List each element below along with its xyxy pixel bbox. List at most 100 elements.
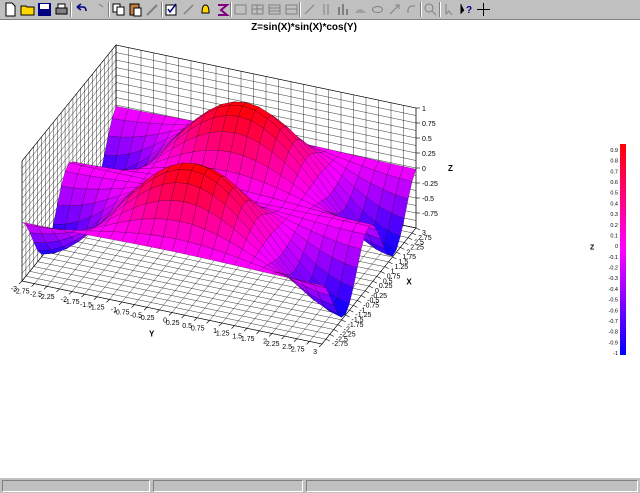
y-tick-label: 0.75 [191, 325, 205, 332]
y-tick [306, 341, 310, 345]
x-tick-label: 3 [422, 230, 426, 237]
colorbar-tick-label: 0.1 [610, 233, 618, 239]
colorbar-tick-label: -0.4 [609, 287, 618, 293]
y-tick [56, 288, 60, 293]
y-tick-label: -1.5 [80, 302, 92, 309]
x-tick [404, 242, 409, 245]
save-disk-button[interactable] [36, 1, 53, 18]
grid3-icon [268, 4, 281, 15]
formula-button[interactable] [214, 1, 231, 18]
new-file-button[interactable] [2, 1, 19, 18]
x-tick [364, 290, 370, 294]
pencil-button[interactable] [144, 1, 161, 18]
x-tick [341, 319, 346, 323]
colorbar-tick-label: -0.6 [609, 308, 618, 314]
check-pencil-icon [183, 4, 194, 15]
x-tick-label: -0.25 [371, 293, 387, 300]
colorbar-tick-label: 0.4 [610, 201, 618, 207]
y-tick-label: 3 [313, 349, 317, 356]
open-folder-icon [20, 5, 35, 16]
checkbox-edit-button[interactable] [163, 1, 180, 18]
pointer-tool-button[interactable] [441, 1, 458, 18]
z-tick-label: 1 [422, 106, 426, 113]
z-tick-label: 0.75 [422, 121, 436, 128]
x-tick [357, 300, 362, 303]
colorbar-tick-label: 0.9 [610, 148, 618, 154]
y-tick [231, 325, 235, 329]
hist-tool-button[interactable] [335, 1, 352, 18]
open-folder-button[interactable] [19, 1, 36, 18]
surface-tool-button[interactable] [352, 1, 369, 18]
colorbar-tick-label: 0.3 [610, 212, 618, 218]
grid4-button[interactable] [283, 1, 300, 18]
grid1-icon [234, 4, 247, 15]
x-tick [384, 266, 389, 269]
x-tick [337, 324, 342, 327]
copy-icon [112, 3, 125, 16]
hist-tool-icon [338, 4, 348, 15]
zoom-tool-icon [424, 3, 437, 16]
svg-text:?: ? [466, 5, 472, 16]
grid3-button[interactable] [266, 1, 283, 18]
colorbar-tick-label: -0.1 [609, 255, 618, 261]
x-tick [325, 338, 331, 342]
y-tick-label: -2.5 [30, 291, 42, 298]
z-tick-label: 0.5 [422, 136, 432, 143]
colorbar-tick-label: -0.7 [609, 319, 618, 325]
zoom-tool-button[interactable] [422, 1, 439, 18]
crosshair-icon [477, 3, 490, 16]
pointer-tool-icon [445, 4, 453, 16]
bell-icon [201, 4, 210, 14]
grid2-button[interactable] [249, 1, 266, 18]
contour-tool-button[interactable] [369, 1, 386, 18]
y-tick [93, 296, 98, 300]
bell-button[interactable] [197, 1, 214, 18]
y-tick [268, 333, 273, 337]
paste-icon [129, 3, 142, 17]
y-tick-label: -3 [11, 286, 17, 293]
line-tool-button[interactable] [301, 1, 318, 18]
status-pane-2 [153, 480, 303, 492]
y-tick-label: 1.25 [216, 331, 230, 338]
check-pencil-button[interactable] [180, 1, 197, 18]
x-tick [349, 309, 354, 313]
grid2-icon [251, 4, 264, 15]
x-tick [368, 285, 374, 289]
print-button[interactable] [53, 1, 70, 18]
x-tick [376, 276, 381, 279]
x-tick [353, 305, 358, 308]
plot-area: Z=sin(X)*sin(X)*cos(Y) 10.750.50.250-0.2… [11, 22, 626, 357]
colorbar-tick-label: -1 [613, 351, 618, 357]
crosshair-button[interactable] [475, 1, 492, 18]
rotate-tool-icon [407, 5, 416, 14]
y-tick [206, 320, 210, 324]
redo-button[interactable] [91, 1, 108, 18]
y-tick [193, 317, 198, 321]
x-tick [396, 251, 401, 255]
colorbar-tick-label: 0.7 [610, 169, 618, 175]
z-tick-label: -0.5 [422, 196, 434, 203]
y-tick [168, 312, 173, 316]
arrow-tool-icon [389, 4, 400, 15]
y-tick [31, 283, 35, 287]
copy-button[interactable] [110, 1, 127, 18]
y-tick-label: 0 [163, 318, 167, 325]
y-tick-label: 1.5 [232, 333, 242, 340]
grid1-button[interactable] [232, 1, 249, 18]
x-tick [388, 261, 393, 265]
x-tick [333, 329, 338, 332]
axis-tool-button[interactable] [318, 1, 335, 18]
y-tick [43, 286, 48, 290]
help-button[interactable]: ? [458, 1, 475, 18]
arrow-tool-button[interactable] [386, 1, 403, 18]
x-tick [415, 227, 421, 231]
colorbar: 0.9 0.8 0.7 0.6 0.5 0.4 0.3 0.2 0.1 0 -0.1 -0.2 -0.3… [590, 144, 626, 357]
y-tick [243, 328, 248, 332]
colorbar-tick-label: 0.5 [610, 191, 618, 197]
y-tick [293, 338, 298, 342]
y-tick [281, 335, 285, 340]
rotate-tool-button[interactable] [403, 1, 420, 18]
paste-button[interactable] [127, 1, 144, 18]
undo-button[interactable] [72, 1, 89, 18]
y-tick [218, 322, 223, 327]
